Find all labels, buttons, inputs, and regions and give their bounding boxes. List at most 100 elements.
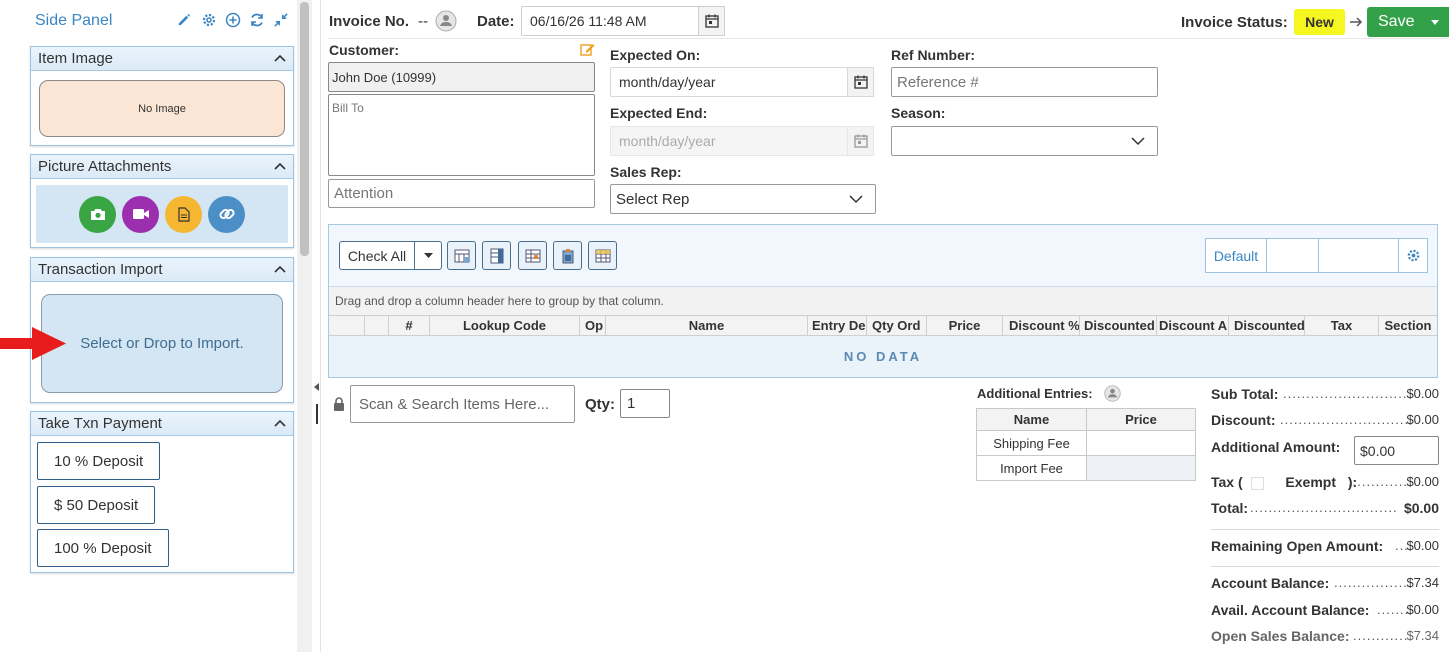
open-sales-balance-value: $7.34	[1406, 628, 1439, 643]
column-header-discount-percent[interactable]: Discount %	[1003, 316, 1080, 335]
season-select[interactable]	[891, 126, 1158, 156]
qty-input[interactable]: 1	[620, 389, 670, 418]
refresh-icon[interactable]	[248, 11, 265, 28]
check-all-label: Check All	[340, 242, 415, 269]
scan-search-input[interactable]: Scan & Search Items Here...	[350, 385, 575, 423]
document-icon[interactable]	[165, 195, 202, 233]
view-slot-2[interactable]	[1319, 239, 1399, 272]
caret-down-icon[interactable]	[1431, 20, 1439, 25]
pencil-icon[interactable]	[176, 11, 193, 28]
additional-amount-input[interactable]: $0.00	[1354, 436, 1439, 465]
tax-exempt-checkbox[interactable]	[1250, 476, 1264, 490]
arrow-right-icon	[1350, 17, 1363, 27]
grid-tool-1-button[interactable]	[447, 241, 476, 270]
item-image-header[interactable]: Item Image	[31, 47, 293, 71]
column-header-section[interactable]: Section	[1379, 316, 1437, 335]
totals-divider-2	[1211, 566, 1439, 567]
side-panel-scroll-thumb[interactable]	[300, 2, 309, 256]
save-button[interactable]: Save	[1367, 7, 1449, 37]
gear-icon[interactable]	[200, 11, 217, 28]
account-balance-value: $7.34	[1406, 575, 1439, 590]
grid-tool-3-button[interactable]	[518, 241, 547, 270]
grid-tool-4-button[interactable]	[553, 241, 582, 270]
import-fee-price[interactable]	[1086, 455, 1196, 481]
table-calc-icon	[454, 249, 469, 262]
account-balance-leader: ..................	[1334, 575, 1407, 590]
view-slot-1[interactable]	[1267, 239, 1319, 272]
column-header-expand[interactable]	[365, 316, 389, 335]
invoice-no-value: --	[418, 13, 428, 30]
bill-to-textarea[interactable]: Bill To	[328, 94, 595, 176]
column-header-select[interactable]	[329, 316, 365, 335]
ref-number-input[interactable]: Reference #	[891, 67, 1158, 97]
video-icon[interactable]	[122, 195, 159, 233]
transaction-import-title: Transaction Import	[38, 261, 163, 278]
import-fee-label: Import Fee	[976, 455, 1087, 481]
user-lookup-icon[interactable]	[435, 10, 457, 32]
column-header-discounted-1[interactable]: Discounted	[1080, 316, 1157, 335]
clipboard-icon	[562, 248, 573, 263]
column-header-tax[interactable]: Tax	[1305, 316, 1379, 335]
date-input[interactable]: 06/16/26 11:48 AM	[521, 6, 699, 36]
shipping-fee-label: Shipping Fee	[976, 430, 1087, 456]
attention-input[interactable]: Attention	[328, 179, 595, 208]
additional-price-header: Price	[1086, 408, 1196, 431]
column-header-qty-ordered[interactable]: Qty Ord	[867, 316, 927, 335]
deposit-100-percent-button[interactable]: 100 % Deposit	[37, 529, 169, 567]
chevron-up-icon[interactable]	[273, 262, 287, 276]
collapse-icon[interactable]	[272, 11, 289, 28]
sales-rep-select[interactable]: Select Rep	[610, 184, 876, 214]
deposit-10-percent-button[interactable]: 10 % Deposit	[37, 442, 161, 480]
view-selector: Default	[1205, 238, 1428, 273]
picture-attachments-header[interactable]: Picture Attachments	[31, 155, 293, 179]
chevron-up-icon[interactable]	[273, 159, 287, 173]
sales-rep-label: Sales Rep:	[610, 164, 682, 180]
tax-label-open: Tax (	[1211, 474, 1243, 490]
link-icon[interactable]	[208, 195, 245, 233]
expected-on-input[interactable]: month/day/year	[610, 67, 848, 97]
caret-down-icon	[423, 253, 433, 258]
column-header-lookup-code[interactable]: Lookup Code	[430, 316, 580, 335]
resize-handle[interactable]	[316, 404, 318, 424]
tax-value: $0.00	[1406, 474, 1439, 489]
tax-label: Tax ( Exempt ):	[1211, 474, 1357, 490]
column-header-op[interactable]: Op	[580, 316, 606, 335]
date-label: Date:	[477, 13, 515, 30]
qty-label: Qty:	[585, 396, 615, 413]
grid-settings-button[interactable]	[1399, 239, 1427, 272]
date-calendar-button[interactable]	[698, 6, 725, 36]
calendar-icon	[704, 14, 719, 28]
deposit-50-dollar-button[interactable]: $ 50 Deposit	[37, 486, 156, 524]
shipping-fee-price[interactable]	[1086, 430, 1196, 456]
expected-end-input[interactable]: month/day/year	[610, 126, 848, 156]
red-arrow-icon	[0, 327, 66, 360]
take-payment-header[interactable]: Take Txn Payment	[31, 412, 293, 436]
check-all-button[interactable]: Check All	[339, 241, 442, 270]
edit-customer-icon[interactable]	[580, 42, 595, 57]
add-circle-icon[interactable]	[224, 11, 241, 28]
additional-entries-table: Name Price Shipping Fee Import Fee	[976, 408, 1196, 481]
chevron-up-icon[interactable]	[273, 416, 287, 430]
transaction-import-header[interactable]: Transaction Import	[31, 258, 293, 282]
expected-end-calendar-button[interactable]	[847, 126, 874, 156]
gear-icon	[1407, 249, 1419, 262]
import-dropzone[interactable]: Select or Drop to Import.	[41, 294, 283, 393]
lock-icon	[334, 397, 344, 411]
column-header-entry-date[interactable]: Entry De	[808, 316, 867, 335]
expected-on-calendar-button[interactable]	[847, 67, 874, 97]
customer-input[interactable]: John Doe (10999)	[328, 62, 595, 92]
column-header-name[interactable]: Name	[606, 316, 808, 335]
column-header-discount-amount[interactable]: Discount A	[1157, 316, 1229, 335]
chevron-up-icon[interactable]	[273, 51, 287, 65]
user-lookup-icon[interactable]	[1104, 385, 1121, 402]
column-header-price[interactable]: Price	[927, 316, 1003, 335]
check-all-dropdown[interactable]	[415, 242, 441, 269]
group-by-hint[interactable]: Drag and drop a column header here to gr…	[329, 287, 1437, 315]
camera-icon[interactable]	[79, 195, 116, 233]
column-header-number[interactable]: #	[389, 316, 430, 335]
no-image-placeholder[interactable]: No Image	[39, 80, 285, 137]
column-header-discounted-2[interactable]: Discounted	[1229, 316, 1305, 335]
grid-tool-2-button[interactable]	[482, 241, 511, 270]
view-default-button[interactable]: Default	[1206, 239, 1267, 272]
grid-tool-5-button[interactable]	[588, 241, 617, 270]
